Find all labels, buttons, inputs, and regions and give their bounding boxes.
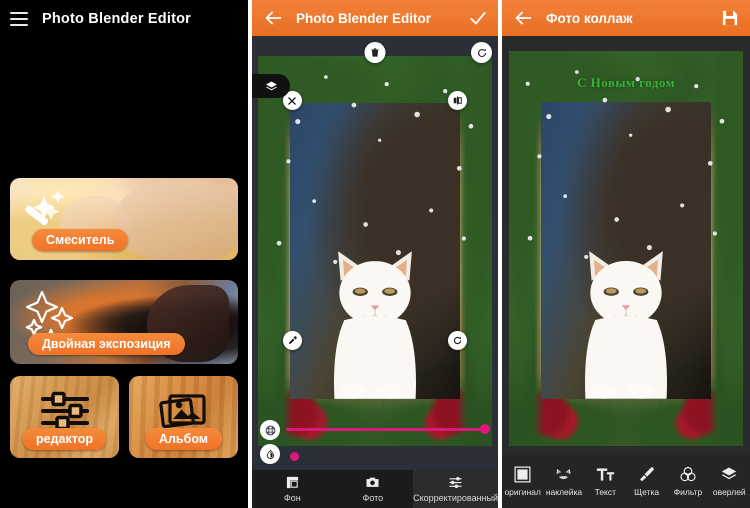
grid-circle-icon[interactable] [260,420,280,440]
tab-label: Скорректированный [413,493,498,503]
photo-stack-icon [158,394,206,429]
tool-original[interactable]: оригинал [502,466,543,497]
sliders-icon [40,391,89,431]
tool-label: Фильтр [673,487,703,497]
tool-sticker[interactable]: наклейка [543,467,584,497]
card-editor-label: редактор [22,428,107,450]
greeting-text[interactable]: С Новым годом [509,75,743,91]
tab-photo[interactable]: Фото [333,470,414,508]
tool-label: Щетка [634,487,660,497]
tab-label: Фон [283,493,301,503]
adjust-sliders-icon [449,476,462,489]
card-album[interactable]: Альбом [129,376,238,458]
tab-background[interactable]: Фон [252,470,333,508]
tab-label: Фото [362,493,384,503]
screen-photo-collage: Фото коллаж С Новым годом оригинал накле… [502,0,750,508]
card-double-exposure[interactable]: Двойная экспозиция [10,280,238,364]
filter-circles-icon [680,466,696,482]
tool-label: оверлей [712,487,746,497]
card-blender-label: Смеситель [32,229,129,251]
rotate-icon[interactable] [471,42,492,63]
page-title: Photo Blender Editor [296,10,431,26]
editor-tabbar: Фон Фото Скорректированный [252,470,498,508]
opacity-slider-row[interactable] [252,412,498,470]
back-arrow-icon[interactable] [512,7,534,29]
page-title: Фото коллаж [546,10,633,26]
screen-blender-editor: Photo Blender Editor Фон Фото Скорректир… [252,0,498,508]
save-floppy-icon[interactable] [720,8,740,28]
original-square-icon [514,466,531,483]
home-header: Photo Blender Editor [0,0,248,38]
card-double-exposure-label: Двойная экспозиция [28,333,185,355]
home-card-row: редактор Альбом [10,376,238,458]
collage-stage: С Новым годом [502,36,750,455]
brush-icon [640,467,654,482]
collage-toolbar: оригинал наклейка Текст Щетка Фильтр ове… [502,455,750,508]
tool-label: оригинал [504,487,541,497]
opacity-drop-icon[interactable] [260,444,280,464]
cat-photo-layer[interactable] [540,102,712,399]
trash-icon[interactable] [364,42,386,63]
hamburger-icon[interactable] [10,12,28,26]
overlay-diamond-icon [722,467,737,480]
tool-label: наклейка [545,486,583,497]
camera-icon [366,477,379,487]
editor-canvas[interactable] [258,56,492,446]
slider-track[interactable] [286,428,488,431]
text-tt-icon [596,468,614,481]
slider-knob[interactable] [480,424,490,434]
tool-label: Текст [594,487,617,497]
slider-secondary-knob[interactable] [290,452,299,461]
home-body: Смеситель Двойная экспозиция редактор Ал… [0,178,248,458]
back-arrow-icon[interactable] [262,7,284,29]
collage-canvas[interactable]: С Новым годом [509,51,743,446]
sticker-cat-icon [557,468,571,479]
artwork-face-right [114,181,238,260]
background-square-icon [286,476,298,489]
card-album-label: Альбом [144,428,223,450]
editor-appbar: Photo Blender Editor [252,0,498,36]
page-title: Photo Blender Editor [42,11,191,27]
tool-brush[interactable]: Щетка [626,466,667,497]
card-blender[interactable]: Смеситель [10,178,238,260]
tab-adjusted[interactable]: Скорректированный [413,470,498,508]
layers-icon [265,80,277,90]
tool-text[interactable]: Текст [585,466,626,497]
tool-overlay[interactable]: оверлей [709,466,750,497]
collage-appbar: Фото коллаж [502,0,750,36]
card-editor[interactable]: редактор [10,376,119,458]
cat-photo-layer[interactable] [289,102,461,400]
three-screenshot-strip: Photo Blender Editor Смеситель Двойная э… [0,0,750,508]
eyedropper-icon[interactable] [282,330,302,350]
white-cat-image [333,251,416,400]
check-icon[interactable] [468,8,488,28]
screen-home: Photo Blender Editor Смеситель Двойная э… [0,0,248,508]
tool-filter[interactable]: Фильтр [667,466,708,497]
white-cat-image [584,251,667,399]
layers-button[interactable] [252,74,290,98]
editor-stage [252,36,498,470]
